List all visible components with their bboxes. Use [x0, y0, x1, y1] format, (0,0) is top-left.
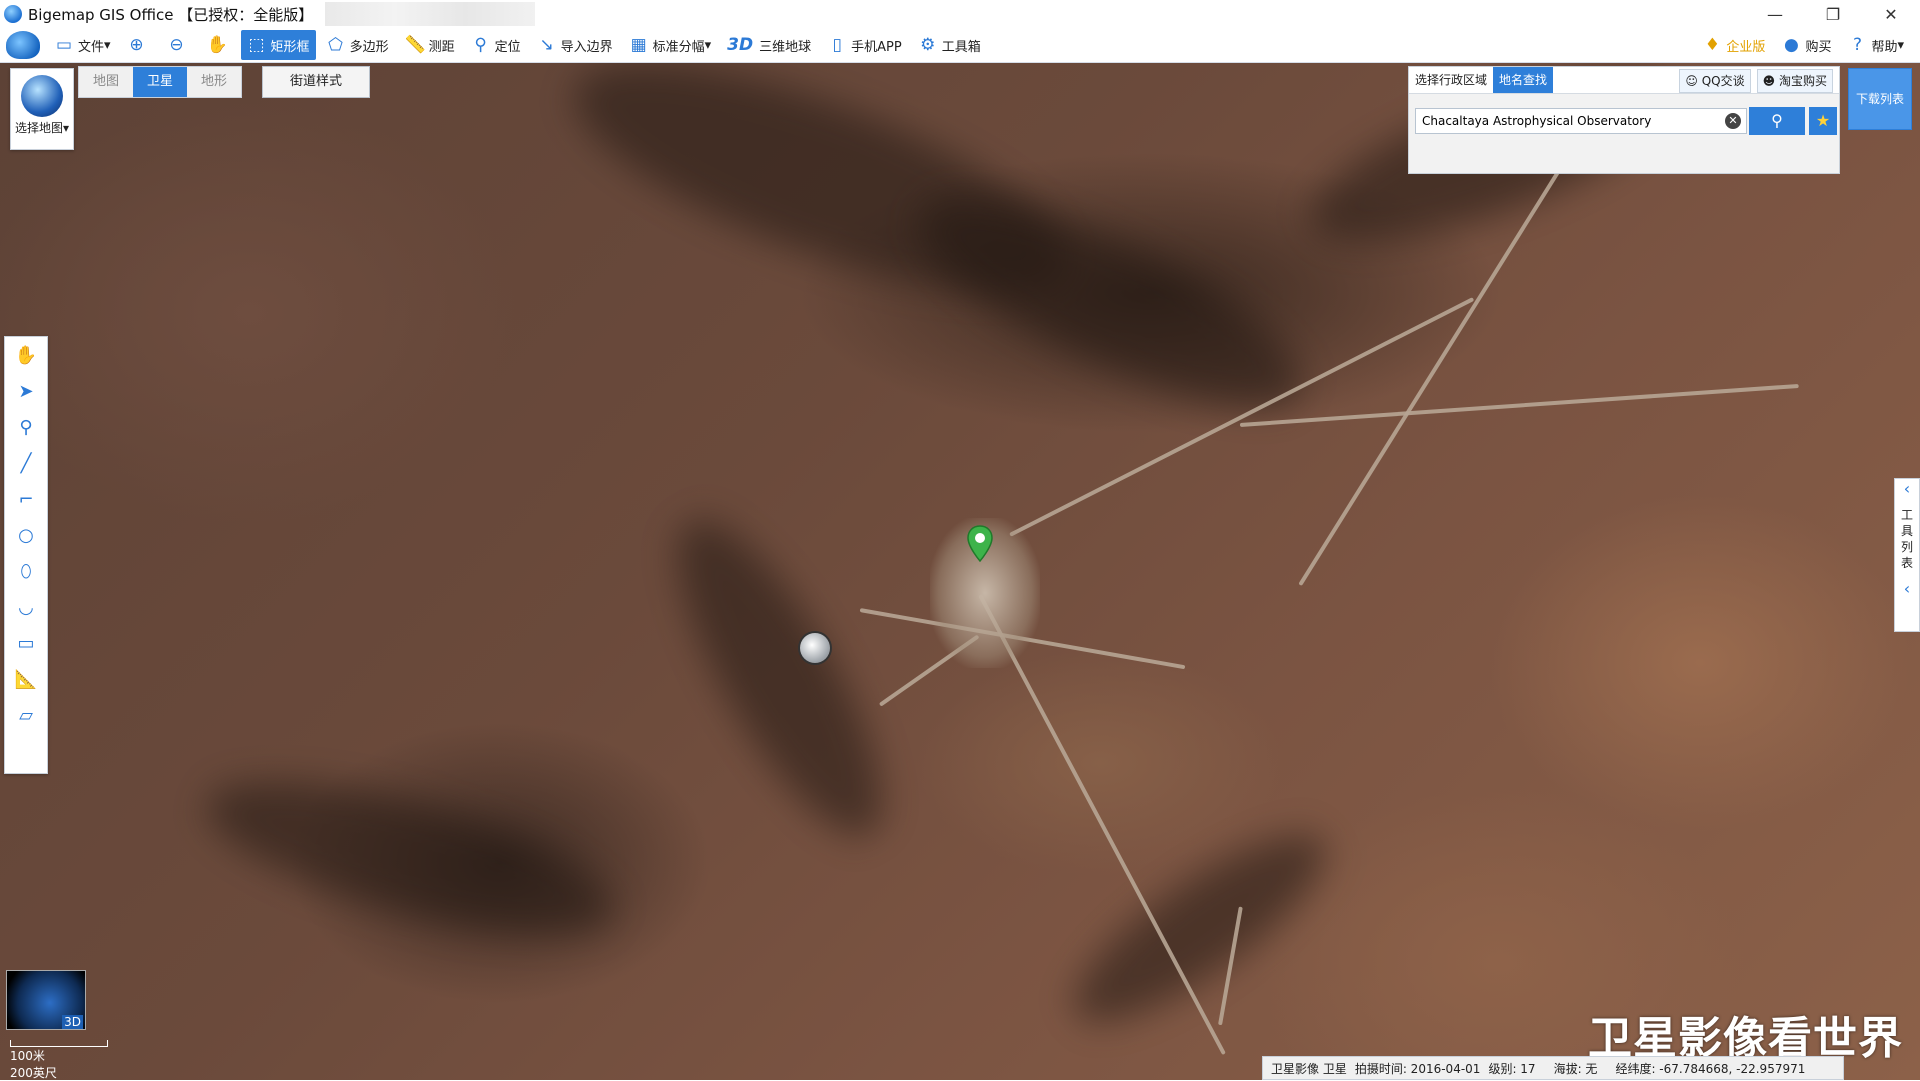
- minimize-button[interactable]: —: [1746, 0, 1804, 28]
- buy-badge-icon: ●: [1784, 35, 1799, 55]
- marker-icon[interactable]: ⚲: [5, 409, 47, 445]
- window-title: Bigemap GIS Office 【已授权：全能版】: [28, 5, 314, 24]
- earth-globe-icon: [21, 75, 63, 117]
- taobao-buy-button[interactable]: ☻ 淘宝购买: [1756, 69, 1833, 93]
- map-type-switch: 地图 卫星 地形: [78, 66, 242, 98]
- line-icon[interactable]: ╱: [5, 445, 47, 481]
- terrain-ridge: [894, 159, 1326, 447]
- freehand-shape-icon[interactable]: ◡: [5, 589, 47, 625]
- map-type-map[interactable]: 地图: [79, 67, 133, 97]
- star-icon: ★: [1815, 111, 1831, 130]
- help-button[interactable]: ? 帮助 ▾: [1841, 30, 1910, 60]
- help-icon: ?: [1852, 35, 1862, 55]
- zoom-out-icon: ⊖: [169, 35, 184, 55]
- rectangle-select-button[interactable]: ⬚ 矩形框: [240, 30, 316, 60]
- qq-chat-button[interactable]: ☺ QQ交谈: [1679, 69, 1751, 93]
- pan-hand-icon[interactable]: ✋: [5, 337, 47, 373]
- locate-button[interactable]: ⚲ 定位: [465, 30, 527, 60]
- scale-imperial: 200英尺: [10, 1066, 57, 1080]
- zoom-level: 级别: 17: [1488, 1061, 1536, 1076]
- search-panel: 选择行政区域 地名查找 ☺ QQ交谈 ☻ 淘宝购买 ✕ ⚲ ★: [1408, 66, 1840, 174]
- grid-sheet-button[interactable]: ▦ 标准分幅 ▾: [623, 30, 718, 60]
- 3d-badge-icon: 3D: [727, 35, 754, 55]
- diamond-icon: ♦: [1704, 35, 1721, 55]
- import-boundary-button[interactable]: ↘ 导入边界: [531, 30, 619, 60]
- favorite-button[interactable]: ★: [1809, 107, 1837, 135]
- satellite-map[interactable]: [0, 63, 1920, 1080]
- zoom-in-icon: ⊕: [129, 35, 144, 55]
- buy-button[interactable]: ● 购买: [1775, 30, 1837, 60]
- terrain-ridge: [642, 494, 918, 862]
- main-toolbar: ▭ 文件 ▾ ⊕ ⊖ ✋ ⬚ 矩形框 ⬠ 多边形 📏 测距 ⚲ 定位 ↘ 导入边界 ▦ 标准分幅…: [0, 28, 1920, 63]
- pointer-arrow-icon[interactable]: ➤: [5, 373, 47, 409]
- rectangle-icon: ⬚: [248, 35, 265, 55]
- tab-place-search[interactable]: 地名查找: [1493, 67, 1554, 93]
- measure-button[interactable]: 📏 测距: [399, 30, 461, 60]
- scale-metric: 100米: [10, 1049, 45, 1063]
- title-bar: Bigemap GIS Office 【已授权：全能版】 — ❐ ✕: [0, 0, 1920, 28]
- draw-toolbar: ✋ ➤ ⚲ ╱ ⌐ ○ ⬯ ◡ ▭ 📐 ▱: [4, 336, 48, 774]
- toolbar-right: ♦ 企业版 ● 购买 ? 帮助 ▾: [1696, 28, 1914, 62]
- mini-globe-3d-button[interactable]: 3D: [6, 970, 86, 1030]
- area-measure-icon[interactable]: ▱: [5, 697, 47, 733]
- grid-icon: ▦: [630, 35, 647, 55]
- close-button[interactable]: ✕: [1862, 0, 1920, 28]
- capture-time: 拍摄时间: 2016-04-01: [1354, 1061, 1481, 1076]
- toolbox-button[interactable]: ⚙ 工具箱: [912, 30, 987, 60]
- download-list-button[interactable]: 下载列表: [1848, 68, 1912, 130]
- search-icon: ⚲: [1771, 111, 1783, 130]
- polygon-select-button[interactable]: ⬠ 多边形: [320, 30, 395, 60]
- clear-icon[interactable]: ✕: [1725, 113, 1741, 129]
- road: [1239, 383, 1799, 427]
- enterprise-button[interactable]: ♦ 企业版: [1696, 30, 1771, 60]
- street-style-button[interactable]: 街道样式: [262, 66, 370, 98]
- tool-list-panel[interactable]: ‹ 工具列表 ‹: [1894, 478, 1920, 632]
- altitude: 海拔: 无: [1553, 1061, 1598, 1076]
- hand-icon: ✋: [206, 35, 228, 55]
- pan-button[interactable]: ✋: [201, 30, 237, 60]
- map-source-label: 选择地图: [14, 121, 63, 135]
- coordinates: 经纬度: -67.784668, -22.957971: [1615, 1061, 1806, 1076]
- chevron-left-icon[interactable]: ‹: [1895, 579, 1919, 599]
- circle-icon[interactable]: ○: [5, 517, 47, 553]
- zoom-out-button[interactable]: ⊖: [161, 30, 197, 60]
- tool-list-label: 工具列表: [1900, 508, 1913, 570]
- place-search-input[interactable]: [1415, 108, 1747, 134]
- terrain-ridge: [192, 750, 628, 966]
- map-type-terrain[interactable]: 地形: [187, 67, 241, 97]
- app-logo-icon: [4, 5, 22, 23]
- taobao-icon: ☻: [1762, 74, 1776, 88]
- qq-icon: ☺: [1685, 74, 1698, 88]
- polyline-area-icon[interactable]: ⌐: [5, 481, 47, 517]
- import-arrow-icon: ↘: [539, 35, 554, 55]
- location-pin-icon: ⚲: [474, 35, 487, 55]
- mobile-app-button[interactable]: ▯ 手机APP: [821, 30, 908, 60]
- ruler-icon: 📏: [404, 35, 426, 55]
- polygon-icon: ⬠: [328, 35, 343, 55]
- phone-icon: ▯: [832, 35, 842, 55]
- rectangle-draw-icon[interactable]: ▭: [5, 625, 47, 661]
- ruler-tool-icon[interactable]: 📐: [5, 661, 47, 697]
- file-menu[interactable]: ▭ 文件 ▾: [48, 30, 117, 60]
- ellipse-icon[interactable]: ⬯: [5, 553, 47, 589]
- status-bar: 卫星影像 卫星 拍摄时间: 2016-04-01 级别: 17 海拔: 无 经纬…: [1262, 1056, 1844, 1080]
- restore-button[interactable]: ❐: [1804, 0, 1862, 28]
- redacted-area: [325, 2, 536, 26]
- search-button[interactable]: ⚲: [1749, 107, 1805, 135]
- bigemap-logo-icon[interactable]: [6, 31, 40, 59]
- tab-admin-region[interactable]: 选择行政区域: [1409, 67, 1493, 93]
- imagery-source: 卫星影像 卫星: [1271, 1061, 1347, 1076]
- zoom-in-button[interactable]: ⊕: [121, 30, 157, 60]
- location-marker-icon[interactable]: [966, 525, 994, 563]
- 3d-globe-button[interactable]: 3D 三维地球: [721, 30, 817, 60]
- map-type-satellite[interactable]: 卫星: [133, 67, 187, 97]
- chevron-left-icon[interactable]: ‹: [1895, 479, 1919, 499]
- scale-bar: 100米 200英尺: [10, 1040, 108, 1081]
- folder-icon: ▭: [55, 35, 73, 55]
- observatory-dome: [800, 633, 830, 663]
- gear-icon: ⚙: [920, 35, 936, 55]
- map-source-selector[interactable]: 选择地图▾: [10, 68, 74, 150]
- mini-globe-badge: 3D: [62, 1015, 83, 1029]
